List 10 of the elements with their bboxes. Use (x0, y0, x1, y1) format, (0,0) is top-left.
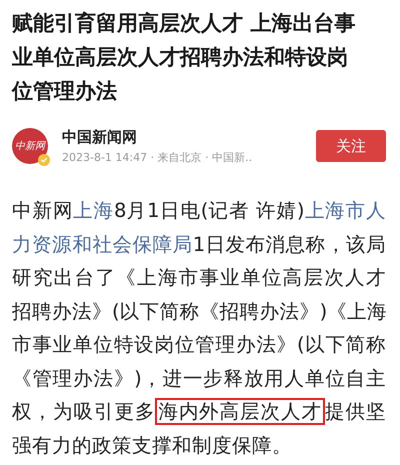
source-logo[interactable]: 中新网 (12, 128, 48, 164)
source-name[interactable]: 中国新闻网 (62, 128, 316, 146)
article-link[interactable]: 力资源和社会保障局 (12, 232, 193, 256)
post-meta: 2023-8-1 14:47 · 来自北京 · 中国新.. (62, 150, 254, 164)
article-link[interactable]: 上海市人 (304, 199, 386, 222)
highlight-box: 海内外高层次人才 (155, 398, 326, 425)
article-paragraph: 中新网上海8月1日电(记者 许婧)上海市人 力资源和社会保障局 1日发布消息称，该局 研究出台了《上海市事业单位高层次人才 招聘办法》(以下简称《招聘办法》)《上海 市事业单位特设岗位管理办法》(以下简称 《管理办法》)，进一步释放用人单位自主 权，为吸引更多 海内外高层次人才 提供坚 强有力的政策支撑和制度保障。 (12, 198, 386, 458)
follow-button[interactable]: 关注 (316, 130, 386, 162)
article-link[interactable]: 上海 (73, 199, 114, 222)
article-title: 赋能引育留用高层次人才 上海出台事 业单位高层次人才招聘办法和特设岗 位管理办法 (12, 10, 356, 105)
